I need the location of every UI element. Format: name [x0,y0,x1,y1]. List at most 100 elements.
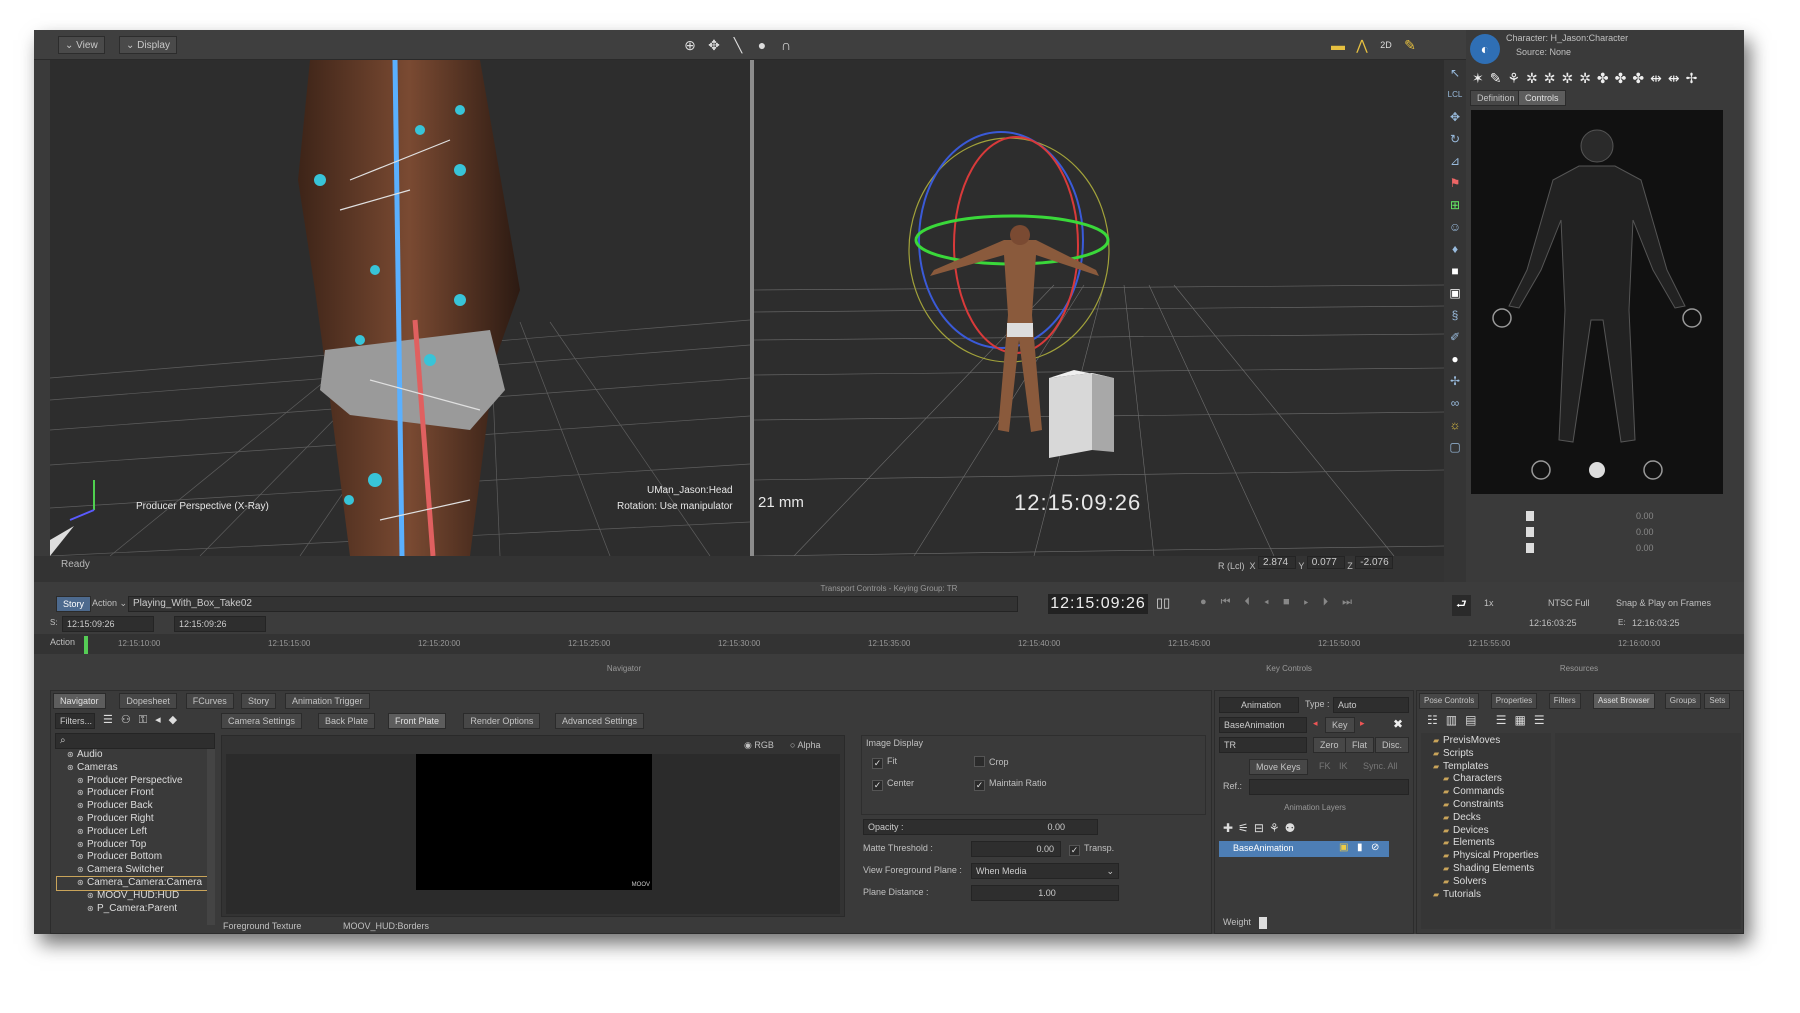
fps-select[interactable]: NTSC Full [1548,598,1590,608]
tree-item[interactable]: ⊛ Producer Back [57,800,207,813]
asset-item[interactable]: ▰ Templates [1423,761,1539,774]
tree-item[interactable]: ⊛ Producer Left [57,826,207,839]
asset-item[interactable]: ▰ Tutorials [1423,889,1539,902]
zero-button[interactable]: Zero [1313,737,1346,753]
loop-button[interactable]: ⮐ [1452,595,1471,616]
brush-icon[interactable]: ✐ [1446,328,1464,346]
tab-groups[interactable]: Groups [1664,693,1702,709]
slider-2-handle[interactable] [1526,527,1534,537]
tree-item[interactable]: ⊛ Producer Bottom [57,851,207,864]
plane-distance-field[interactable]: 1.00 [971,885,1119,901]
character-figure-view[interactable] [1471,110,1723,494]
navigator-tool-icons[interactable]: ☰⚇⚿◂◆ [103,713,185,727]
playback-controls[interactable]: ●⏮⏴◂■▸⏵⏭ [1200,596,1366,609]
asset-item[interactable]: ▰ Decks [1423,812,1539,825]
arc-tool-icon[interactable]: ∩ [778,37,794,53]
line-tool-icon[interactable]: ╲ [730,37,746,53]
tab-back-plate[interactable]: Back Plate [318,713,376,729]
snap-select[interactable]: Snap & Play on Frames [1616,598,1711,608]
ref-field[interactable] [1249,779,1409,795]
take-select[interactable]: Playing_With_Box_Take02 [128,596,1018,612]
prev-key-icon[interactable]: ◂ [1313,718,1318,729]
matte-threshold-field[interactable]: 0.00 [971,841,1061,857]
action-timeline[interactable]: Action 12:15:10:00 12:15:15:00 12:15:20:00… [34,634,1744,654]
display-mode-icon[interactable]: ▬ [1330,37,1346,53]
view-menu[interactable]: ⌄ View [58,36,105,54]
asset-item[interactable]: ▰ Characters [1423,773,1539,786]
layer-mute-icon[interactable]: ⊘ [1371,842,1379,853]
asset-view-icons[interactable]: ☷▥▤ ☰▦☰ [1427,713,1553,727]
source-value[interactable]: None [1550,47,1572,57]
tab-definition[interactable]: Definition [1470,90,1522,106]
weight-slider[interactable] [1259,917,1267,929]
left-viewport[interactable]: Producer Perspective (X-Ray) UMan_Jason:… [50,60,750,556]
navigator-search[interactable]: ⌕ [55,733,215,749]
asset-item[interactable]: ▰ Constraints [1423,799,1539,812]
asset-item[interactable]: ▰ PrevisMoves [1423,735,1539,748]
move-icon[interactable]: ✥ [1446,108,1464,126]
tree-item[interactable]: ⊛ P_Camera:Parent [57,903,207,916]
z-field[interactable]: -2.076 [1355,556,1394,569]
center-check[interactable]: ✓ [872,780,883,791]
link-icon[interactable]: ∞ [1446,394,1464,412]
crop-check[interactable] [974,756,985,767]
2d-mode-icon[interactable]: 2D [1378,37,1394,53]
character-logo-icon[interactable]: ◐ [1470,34,1500,64]
layer-solo-icon[interactable]: ▮ [1357,842,1363,853]
move-keys-button[interactable]: Move Keys [1249,759,1308,775]
frame-mode-icon[interactable]: ▯▯ [1156,595,1170,611]
tree-item[interactable]: ⊛ Producer Right [57,813,207,826]
tree-item[interactable]: ⊛ Audio [57,749,207,762]
slider-3-handle[interactable] [1526,543,1534,553]
end-time-start[interactable]: 12:16:03:25 [1529,618,1577,628]
fk-button[interactable]: FK [1319,761,1331,771]
right-viewport[interactable]: 21 mm 12:15:09:26 [754,60,1444,556]
asset-item[interactable]: ▰ Scripts [1423,748,1539,761]
key-button[interactable]: Key [1325,717,1355,733]
asset-item[interactable]: ▰ Physical Properties [1423,850,1539,863]
transp-checkbox[interactable]: ✓ Transp. [1069,843,1114,856]
asset-item[interactable]: ▰ Elements [1423,837,1539,850]
crop-checkbox[interactable]: Crop [974,756,1009,767]
scale-icon[interactable]: ⊿ [1446,152,1464,170]
tab-dopesheet[interactable]: Dopesheet [119,693,177,709]
graph-mode-icon[interactable]: ⋀ [1354,37,1370,53]
action-mode-button[interactable]: Action ⌄ [92,598,127,609]
delete-key-icon[interactable]: ✖ [1393,717,1403,731]
fit-check[interactable]: ✓ [872,758,883,769]
local-icon[interactable]: LCL [1446,86,1464,104]
end-time-field[interactable]: 12:16:03:25 [1632,618,1680,628]
slider-1-handle[interactable] [1526,511,1534,521]
speed-select[interactable]: 1x [1484,598,1494,608]
story-mode-button[interactable]: Story [56,596,92,612]
type-select[interactable]: Auto [1333,697,1409,713]
sync-all-button[interactable]: Sync. All [1363,761,1398,771]
tab-animation-trigger[interactable]: Animation Trigger [285,693,370,709]
transp-check[interactable]: ✓ [1069,845,1080,856]
asset-item[interactable]: ▰ Devices [1423,825,1539,838]
asset-item[interactable]: ▰ Solvers [1423,876,1539,889]
x-field[interactable]: 2.874 [1258,556,1297,569]
filters-button[interactable]: Filters... [55,713,95,729]
start-time-field[interactable]: 12:15:09:26 [62,616,154,632]
character-tool-icons[interactable]: ✶✎⚘✲✲✲✲✤✤✤⇹⇹✢ [1472,70,1703,87]
y-field[interactable]: 0.077 [1306,556,1345,569]
tab-front-plate[interactable]: Front Plate [388,713,447,729]
pen-icon[interactable]: ✎ [1402,37,1418,53]
tree-item[interactable]: ⊛ Producer Top [57,839,207,852]
tree-scrollbar[interactable] [207,749,215,925]
frame-icon[interactable]: ▢ [1446,438,1464,456]
rotate-icon[interactable]: ↻ [1446,130,1464,148]
asset-item[interactable]: ▰ Commands [1423,786,1539,799]
tab-fcurves[interactable]: FCurves [185,693,234,709]
select-icon[interactable]: ↖ [1446,64,1464,82]
maintain-ratio-checkbox[interactable]: ✓ Maintain Ratio [974,778,1047,791]
tree-item[interactable]: ⊛ Cameras [57,762,207,775]
next-key-icon[interactable]: ▸ [1360,718,1365,729]
layer-select[interactable]: BaseAnimation [1219,717,1307,733]
tab-pose-controls[interactable]: Pose Controls [1419,693,1480,709]
layer-row[interactable]: BaseAnimation ▣ ▮ ⊘ [1219,841,1389,857]
full-body-icon[interactable]: ♦ [1446,240,1464,258]
layer-tool-icons[interactable]: ✚⚟⊟⚘⚉ [1223,821,1300,835]
curve-icon[interactable]: § [1446,306,1464,324]
